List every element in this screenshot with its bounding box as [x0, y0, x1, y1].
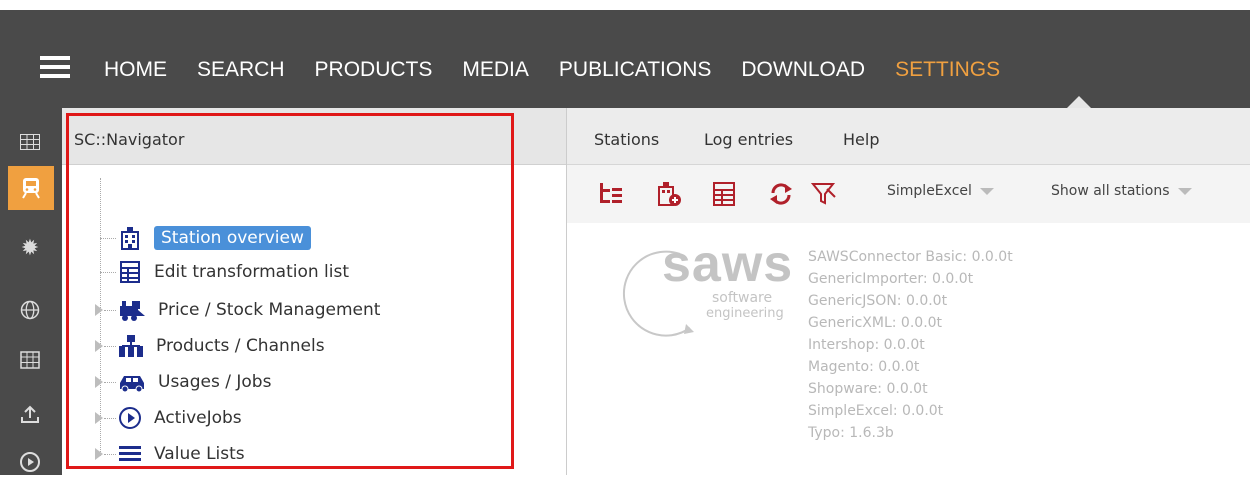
- icon-sidebar: ✹: [0, 108, 62, 475]
- version-item: GenericImporter: 0.0.0t: [808, 271, 974, 287]
- tree-item-station-overview[interactable]: Station overview: [118, 223, 311, 253]
- menu-log-entries[interactable]: Log entries: [704, 130, 793, 149]
- list-icon[interactable]: [711, 181, 737, 207]
- version-item: GenericJSON: 0.0.0t: [808, 293, 948, 309]
- train-icon: [120, 301, 145, 321]
- upload-icon[interactable]: [12, 396, 48, 432]
- top-navigation-bar: HOME SEARCH PRODUCTS MEDIA PUBLICATIONS …: [0, 10, 1250, 108]
- tree-connector: [100, 272, 116, 273]
- expand-arrow-icon[interactable]: [95, 376, 103, 388]
- main-nav: HOME SEARCH PRODUCTS MEDIA PUBLICATIONS …: [104, 46, 1000, 94]
- station-type-value: SimpleExcel: [887, 183, 972, 199]
- chevron-down-icon: [979, 187, 994, 195]
- tree-connector: [104, 310, 116, 311]
- tree-item-price-stock-management[interactable]: Price / Stock Management: [118, 295, 380, 325]
- station-filter-value: Show all stations: [1051, 183, 1170, 199]
- expand-arrow-icon[interactable]: [95, 340, 103, 352]
- tree-connector: [104, 454, 116, 455]
- tree-add-icon[interactable]: [598, 181, 624, 207]
- saws-logo-sub2: engineering: [706, 306, 784, 321]
- tree-item-label: Price / Stock Management: [158, 300, 381, 320]
- navigator-header: SC::Navigator: [62, 108, 566, 165]
- version-item: SimpleExcel: 0.0.0t: [808, 403, 944, 419]
- menu-stations[interactable]: Stations: [594, 130, 659, 149]
- building-icon: [121, 227, 139, 250]
- tree-item-label: ActiveJobs: [154, 408, 242, 428]
- navigator-title: SC::Navigator: [74, 130, 185, 149]
- train-icon[interactable]: [8, 166, 54, 210]
- tree-connector: [100, 238, 116, 239]
- grid-icon[interactable]: [12, 124, 48, 160]
- tree-item-label: Products / Channels: [156, 336, 325, 356]
- tree-item-label: Value Lists: [154, 444, 245, 464]
- expand-arrow-icon[interactable]: [95, 448, 103, 460]
- tree-item-edit-transformation-list[interactable]: Edit transformation list: [118, 257, 349, 287]
- tree-item-label: Station overview: [154, 226, 311, 250]
- tree-item-label: Edit transformation list: [154, 262, 350, 282]
- hamburger-menu-icon[interactable]: [40, 56, 70, 78]
- nav-media[interactable]: MEDIA: [462, 46, 529, 94]
- active-tab-caret: [1067, 96, 1091, 108]
- version-list: SAWSConnector Basic: 0.0.0t GenericImpor…: [808, 246, 1013, 444]
- version-item: Shopware: 0.0.0t: [808, 381, 928, 397]
- gear-icon[interactable]: ✹: [12, 230, 48, 266]
- nav-settings[interactable]: SETTINGS: [895, 46, 1000, 94]
- version-item: Typo: 1.6.3b: [808, 425, 894, 441]
- tree-item-activejobs[interactable]: ActiveJobs: [118, 403, 242, 433]
- version-item: SAWSConnector Basic: 0.0.0t: [808, 249, 1013, 265]
- stations-menubar: Stations Log entries Help: [567, 108, 1250, 165]
- nav-download[interactable]: DOWNLOAD: [741, 46, 865, 94]
- building-add-icon[interactable]: [656, 181, 682, 207]
- nav-home[interactable]: HOME: [104, 46, 167, 94]
- version-item: Magento: 0.0.0t: [808, 359, 920, 375]
- refresh-icon[interactable]: [768, 181, 794, 207]
- chevron-down-icon: [1177, 187, 1192, 195]
- station-type-select[interactable]: SimpleExcel: [883, 183, 994, 207]
- stations-toolbar: SimpleExcel Show all stations: [567, 165, 1250, 223]
- saws-logo-text: saws: [662, 235, 794, 293]
- saws-logo-sub1: software: [712, 290, 773, 306]
- nav-products[interactable]: PRODUCTS: [315, 46, 433, 94]
- nav-publications[interactable]: PUBLICATIONS: [559, 46, 711, 94]
- nav-search[interactable]: SEARCH: [197, 46, 285, 94]
- car-icon: [120, 376, 144, 393]
- saws-logo: saws software engineering: [620, 235, 810, 340]
- tree-item-label: Usages / Jobs: [158, 372, 272, 392]
- table-icon[interactable]: [12, 342, 48, 378]
- expand-arrow-icon[interactable]: [95, 304, 103, 316]
- tree-item-products-channels[interactable]: Products / Channels: [118, 331, 325, 361]
- tree-connector: [104, 418, 116, 419]
- tree-connector: [104, 346, 116, 347]
- list-icon: [120, 261, 140, 283]
- version-item: Intershop: 0.0.0t: [808, 337, 925, 353]
- menu-help[interactable]: Help: [843, 130, 879, 149]
- version-item: GenericXML: 0.0.0t: [808, 315, 943, 331]
- filter-icon[interactable]: [810, 181, 837, 207]
- tree-item-usages-jobs[interactable]: Usages / Jobs: [118, 367, 271, 397]
- expand-arrow-icon[interactable]: [95, 412, 103, 424]
- lines-icon: [119, 446, 141, 461]
- globe-icon[interactable]: [12, 292, 48, 328]
- station-filter-select[interactable]: Show all stations: [1047, 183, 1192, 207]
- hierarchy-icon: [119, 335, 143, 357]
- tree-item-value-lists[interactable]: Value Lists: [118, 439, 245, 469]
- tree-connector: [104, 382, 116, 383]
- play-circle-icon: [119, 407, 141, 429]
